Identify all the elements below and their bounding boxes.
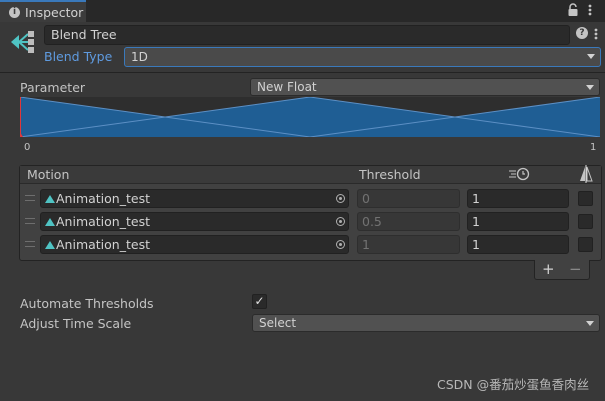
dropdown-arrow-icon <box>587 54 595 59</box>
axis-min-label: 0 <box>24 142 31 153</box>
motion-name: Animation_test <box>56 214 150 229</box>
tab-bar <box>0 0 605 22</box>
threshold-field: 1 <box>357 235 460 254</box>
object-picker-icon[interactable] <box>336 240 345 249</box>
row-drag-handle[interactable] <box>25 218 35 224</box>
inspector-tab[interactable]: i Inspector <box>0 0 86 22</box>
adjust-time-scale-dropdown[interactable]: Select <box>252 314 600 332</box>
mirror-icon <box>578 165 594 183</box>
animation-clip-icon <box>45 195 55 203</box>
parameter-dropdown[interactable]: New Float <box>250 78 600 96</box>
threshold-column-header: Threshold <box>359 167 421 182</box>
add-motion-button[interactable]: + <box>542 260 555 278</box>
automate-thresholds-label: Automate Thresholds <box>20 296 154 311</box>
row-drag-handle[interactable] <box>25 195 35 201</box>
lock-icon[interactable] <box>567 3 579 17</box>
mirror-checkbox[interactable] <box>578 191 593 206</box>
info-icon: i <box>9 7 20 18</box>
mirror-checkbox[interactable] <box>578 214 593 229</box>
blend-type-value: 1D <box>131 50 148 64</box>
blend-tree-name-field[interactable]: Blend Tree <box>44 25 570 45</box>
threshold-field: 0 <box>357 189 460 208</box>
object-picker-icon[interactable] <box>336 194 345 203</box>
animation-clip-icon <box>45 218 55 226</box>
motion-field[interactable]: Animation_test <box>40 212 349 231</box>
blend-graph[interactable] <box>20 97 600 137</box>
object-picker-icon[interactable] <box>336 217 345 226</box>
parameter-value: New Float <box>257 80 317 94</box>
dropdown-arrow-icon <box>586 321 594 326</box>
motion-name: Animation_test <box>56 191 150 206</box>
motion-name: Animation_test <box>56 237 150 252</box>
help-icon[interactable]: ? <box>576 27 588 39</box>
mirror-checkbox[interactable] <box>578 237 593 252</box>
tab-title: Inspector <box>25 5 84 20</box>
kebab-menu-icon[interactable] <box>586 3 594 17</box>
speed-field[interactable]: 1 <box>467 189 569 208</box>
dropdown-arrow-icon <box>586 85 594 90</box>
remove-motion-button[interactable]: − <box>569 260 582 278</box>
motion-field[interactable]: Animation_test <box>40 235 349 254</box>
header-divider <box>0 72 605 73</box>
motion-field[interactable]: Animation_test <box>40 189 349 208</box>
blend-type-label: Blend Type <box>44 49 113 64</box>
adjust-time-scale-value: Select <box>259 316 297 330</box>
motion-column-header: Motion <box>27 167 70 182</box>
row-drag-handle[interactable] <box>25 241 35 247</box>
animation-clip-icon <box>45 241 55 249</box>
blend-type-dropdown[interactable]: 1D <box>124 47 601 67</box>
parameter-label: Parameter <box>20 80 86 95</box>
watermark: CSDN @番茄炒蛋鱼香肉丝 <box>437 377 590 392</box>
speed-clock-icon <box>508 167 532 181</box>
header-kebab-menu-icon[interactable] <box>593 27 599 41</box>
axis-max-label: 1 <box>590 142 597 153</box>
speed-field[interactable]: 1 <box>467 235 569 254</box>
adjust-time-scale-label: Adjust Time Scale <box>20 316 132 331</box>
automate-thresholds-checkbox[interactable]: ✓ <box>252 294 267 309</box>
blend-tree-icon <box>9 28 37 56</box>
threshold-field: 0.5 <box>357 212 460 231</box>
speed-field[interactable]: 1 <box>467 212 569 231</box>
blend-graph-svg <box>20 97 600 137</box>
